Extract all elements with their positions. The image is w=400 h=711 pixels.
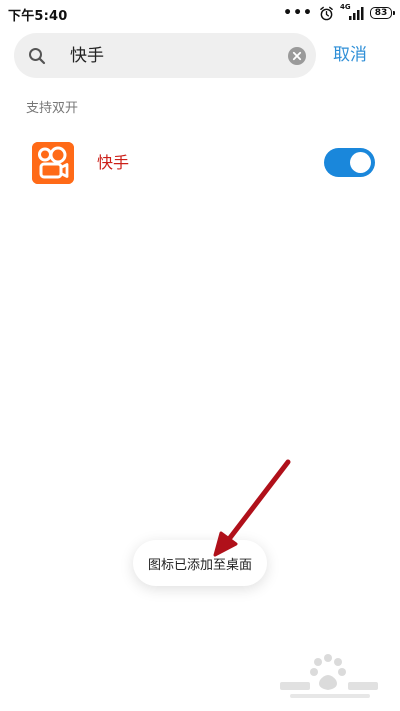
toggle-knob — [350, 152, 371, 173]
search-field[interactable]: 快手 — [14, 33, 316, 78]
dual-app-toggle[interactable] — [324, 148, 375, 177]
clear-icon[interactable] — [288, 47, 306, 65]
list-item: 快手 — [0, 138, 400, 190]
battery-icon: 83 — [370, 7, 395, 19]
status-time: 下午5:40 — [8, 9, 68, 24]
kuaishou-app-icon — [32, 142, 74, 184]
status-icons: ••• 4G 83 — [283, 4, 395, 22]
watermark-logo-icon — [280, 654, 378, 698]
search-input[interactable]: 快手 — [70, 45, 104, 67]
more-dots-icon: ••• — [283, 5, 313, 21]
alarm-clock-icon — [320, 6, 333, 20]
section-label: 支持双开 — [26, 101, 79, 116]
toast-message: 图标已添加至桌面 — [133, 540, 267, 586]
search-icon — [29, 48, 46, 65]
signal-icon: 4G — [340, 4, 364, 21]
app-name: 快手 — [97, 153, 130, 172]
status-bar: 下午5:40 ••• 4G 83 — [0, 0, 400, 28]
battery-level: 83 — [374, 8, 388, 18]
cancel-button[interactable]: 取消 — [333, 44, 367, 66]
toast-text: 图标已添加至桌面 — [147, 557, 252, 573]
